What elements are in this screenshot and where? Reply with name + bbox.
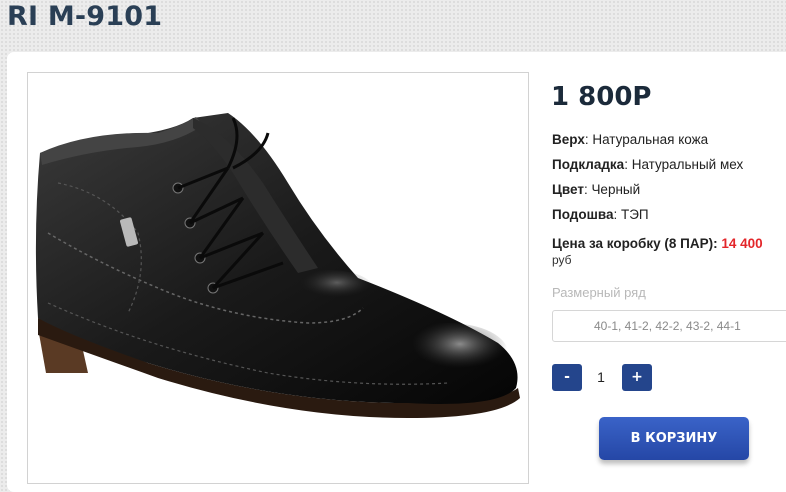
spec-color: Цвет: Черный (552, 182, 640, 197)
quantity-input[interactable]: 1 (582, 364, 620, 391)
spec-value: : ТЭП (613, 207, 649, 222)
spec-sole: Подошва: ТЭП (552, 207, 649, 222)
size-range-select[interactable]: 40-1, 41-2, 42-2, 43-2, 44-1 (552, 310, 786, 342)
add-to-cart-button[interactable]: В КОРЗИНУ (599, 417, 749, 460)
spec-label: Верх (552, 132, 585, 147)
size-range-label: Размерный ряд (552, 285, 646, 300)
spec-value: : Натуральный мех (624, 157, 744, 172)
product-price: 1 800Р (551, 82, 652, 112)
box-price-value: 14 400 (721, 236, 763, 251)
box-price-unit: руб (552, 253, 572, 267)
box-price: Цена за коробку (8 ПАР): 14 400 (552, 236, 763, 251)
boot-image (35, 113, 520, 418)
quantity-minus-button[interactable]: - (552, 364, 582, 391)
product-photo[interactable] (27, 72, 529, 484)
spec-label: Цвет (552, 182, 584, 197)
spec-label: Подошва (552, 207, 614, 222)
spec-value: : Черный (583, 182, 641, 197)
spec-lining: Подкладка: Натуральный мех (552, 157, 743, 172)
box-price-label: Цена за коробку (8 ПАР): (552, 236, 718, 251)
quantity-plus-button[interactable]: + (622, 364, 652, 391)
spec-value: : Натуральная кожа (584, 132, 709, 147)
spec-upper: Верх: Натуральная кожа (552, 132, 708, 147)
spec-label: Подкладка (552, 157, 625, 172)
product-title: RI M-9101 (7, 1, 163, 32)
